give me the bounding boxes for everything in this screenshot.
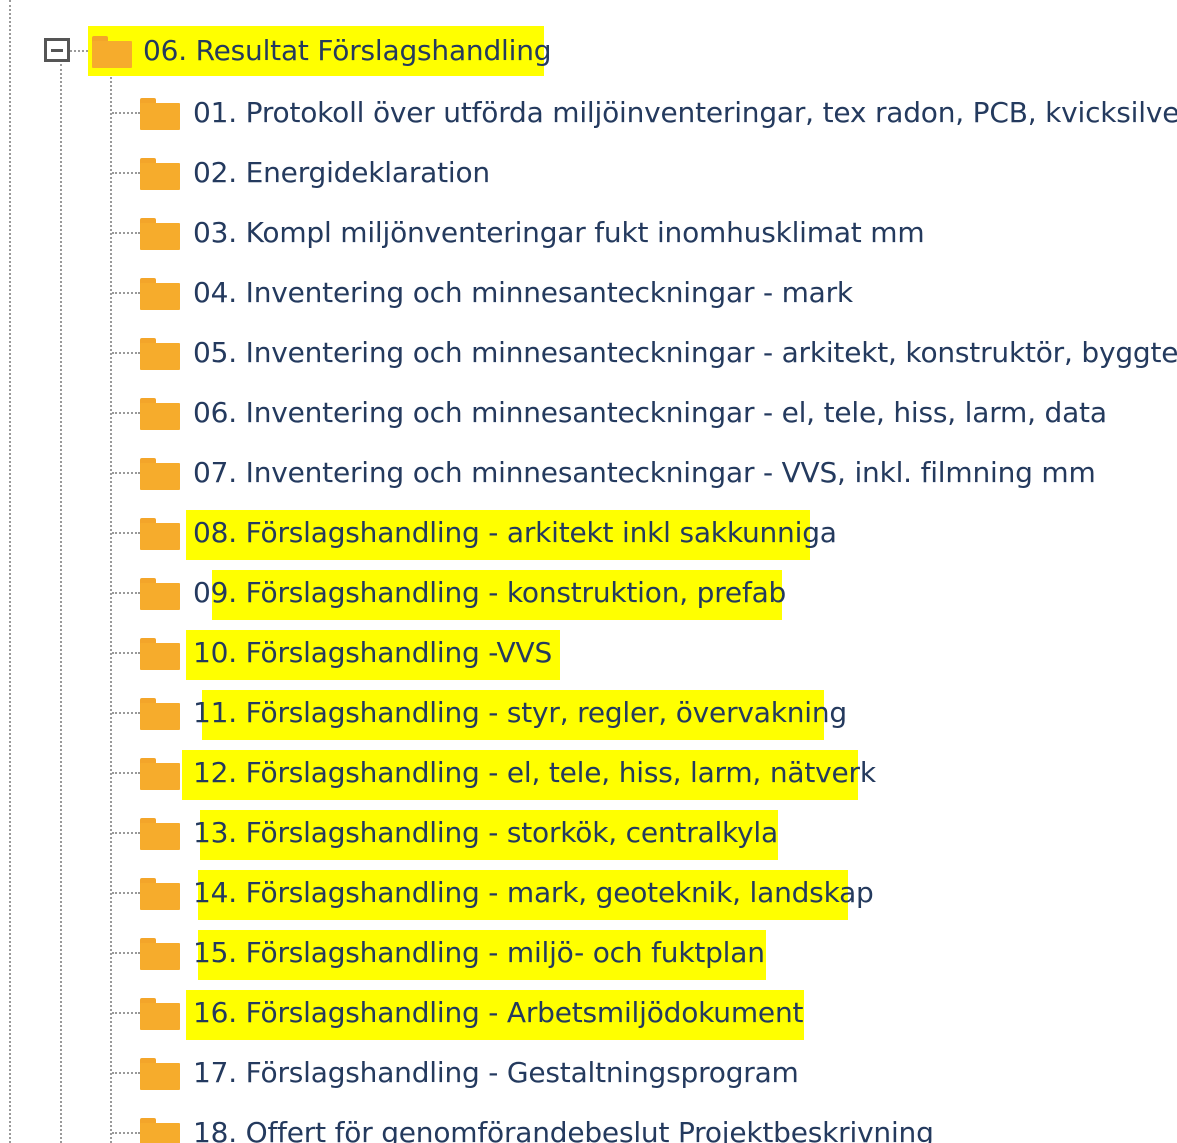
folder-icon [140,278,180,310]
tree-connector [112,832,140,834]
folder-icon [140,758,180,790]
folder-icon [140,98,180,130]
tree-connector [112,772,140,774]
tree-node-label: 15. Förslagshandling - miljö- och fuktpl… [193,936,765,969]
tree-connector [112,472,140,474]
tree-node-label: 01. Protokoll över utförda miljöinventer… [193,96,1177,129]
tree-connector [112,112,140,114]
minus-box-icon [51,49,63,52]
folder-icon [140,938,180,970]
tree-connector [112,352,140,354]
tree-connector [112,952,140,954]
folder-icon [140,398,180,430]
tree-connector [112,892,140,894]
folder-icon [140,1058,180,1090]
folder-icon [140,698,180,730]
collapse-toggle[interactable] [44,38,70,62]
tree-node-label: 17. Förslagshandling - Gestaltningsprogr… [193,1056,799,1089]
folder-icon [92,36,132,68]
folder-icon [140,638,180,670]
tree-connector [112,292,140,294]
tree-guide-line [60,64,62,1143]
tree-connector [112,1132,140,1134]
tree-node-label: 09. Förslagshandling - konstruktion, pre… [193,576,787,609]
tree-node-label: 10. Förslagshandling -VVS [193,636,553,669]
folder-icon [140,1118,180,1143]
tree-node-label: 03. Kompl miljönventeringar fukt inomhus… [193,216,925,249]
tree-connector [112,652,140,654]
tree-connector [112,232,140,234]
tree-connector [112,592,140,594]
tree-node-label: 11. Förslagshandling - styr, regler, öve… [193,696,847,729]
tree-connector [112,412,140,414]
tree-node-label: 07. Inventering och minnesanteckningar -… [193,456,1096,489]
tree-connector [112,1012,140,1014]
folder-icon [140,158,180,190]
tree-node-label: 18. Offert för genomförandebeslut Projek… [193,1116,934,1143]
tree-node-label: 14. Förslagshandling - mark, geoteknik, … [193,876,874,909]
tree-connector [112,532,140,534]
folder-icon [140,878,180,910]
tree-connector [112,1072,140,1074]
tree-node-label: 05. Inventering och minnesanteckningar -… [193,336,1177,369]
folder-icon [140,818,180,850]
tree-node-label: 06. Resultat Förslagshandling [143,34,552,67]
folder-icon [140,338,180,370]
tree-node-label: 02. Energideklaration [193,156,490,189]
folder-icon [140,218,180,250]
tree-node-label: 04. Inventering och minnesanteckningar -… [193,276,853,309]
tree-node-label: 08. Förslagshandling - arkitekt inkl sak… [193,516,837,549]
tree-connector [112,712,140,714]
tree-connector [112,172,140,174]
folder-icon [140,578,180,610]
folder-icon [140,998,180,1030]
tree-guide-line [9,0,11,1143]
tree-node-label: 12. Förslagshandling - el, tele, hiss, l… [193,756,876,789]
tree-connector [70,50,88,52]
tree-node-label: 06. Inventering och minnesanteckningar -… [193,396,1107,429]
folder-tree-view: 06. Resultat Förslagshandling 01. Protok… [0,0,1177,1143]
folder-icon [140,518,180,550]
tree-node-label: 16. Förslagshandling - Arbetsmiljödokume… [193,996,804,1029]
folder-icon [140,458,180,490]
tree-node-label: 13. Förslagshandling - storkök, centralk… [193,816,778,849]
